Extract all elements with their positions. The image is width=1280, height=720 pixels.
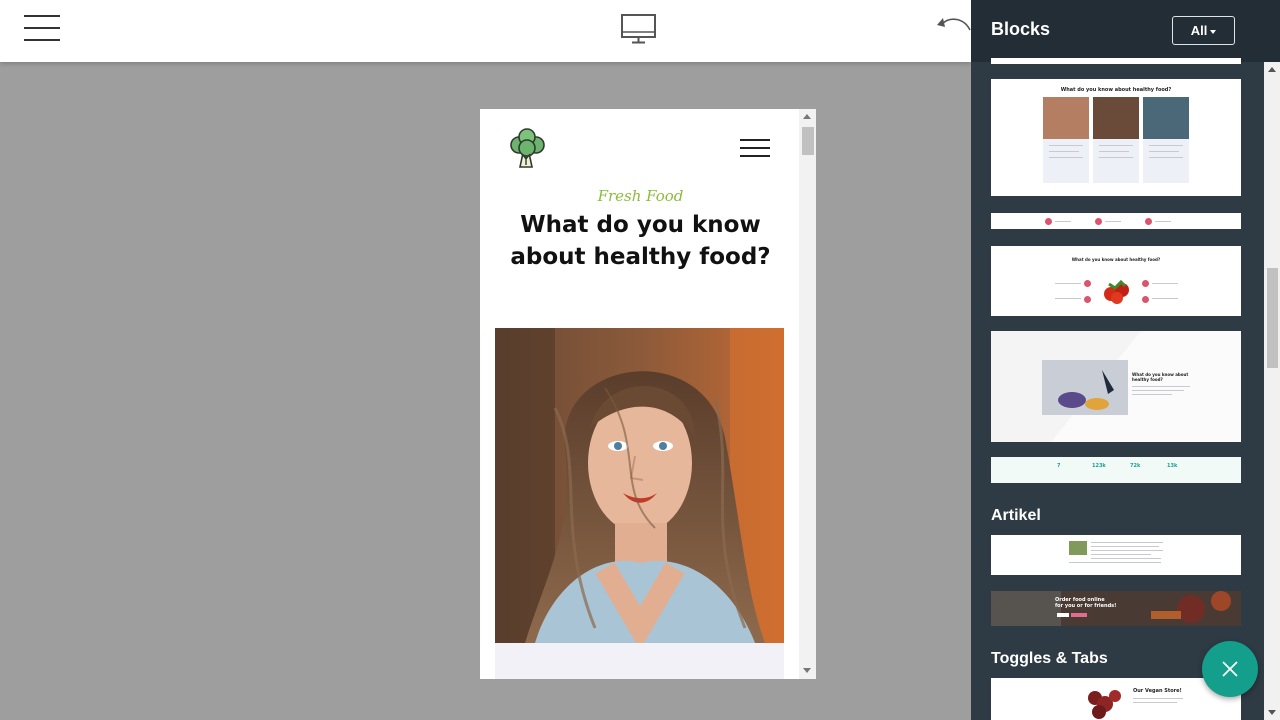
sidebar-scrollbar[interactable] [1264, 62, 1280, 720]
counter-value: 13k [1167, 463, 1178, 469]
order-input [1057, 613, 1069, 617]
team-card [1093, 97, 1139, 183]
block-thumbnail-partial[interactable] [991, 58, 1241, 64]
filter-label: All [1190, 23, 1208, 38]
scroll-thumb[interactable] [1267, 268, 1278, 368]
scroll-up-arrow-icon[interactable] [1268, 67, 1276, 72]
cooking-photo [1042, 360, 1128, 415]
block-thumbnail-order[interactable]: Order food online for you or for friends… [991, 591, 1241, 626]
block-thumbnail-vegan-store[interactable]: Our Vegan Store! [991, 678, 1241, 720]
preview-page: Fresh Food What do you know about health… [480, 109, 799, 679]
eyebrow-text: Fresh Food [597, 187, 684, 205]
block-thumbnail-article[interactable] [991, 535, 1241, 575]
broccoli-logo-icon[interactable] [506, 127, 550, 171]
section-background-band [495, 643, 784, 679]
order-subheadline: for you or for friends! [1055, 603, 1117, 609]
section-heading-article: Artikel [991, 507, 1041, 524]
block-thumbnail-counters[interactable]: 7 123k 72k 13k [991, 457, 1241, 483]
close-blocks-button[interactable] [1202, 641, 1258, 697]
undo-icon[interactable] [934, 14, 972, 42]
close-icon [1222, 661, 1238, 677]
order-button [1071, 613, 1087, 617]
block-thumbnail-team[interactable]: What do you know about healthy food? [991, 79, 1241, 196]
scroll-down-arrow-icon[interactable] [803, 668, 811, 673]
sidebar-title: Blocks [991, 19, 1051, 39]
counter-value: 7 [1057, 463, 1061, 469]
team-photo [1043, 97, 1089, 139]
main-menu-hamburger-icon[interactable] [24, 15, 60, 41]
vegetables-image [1097, 276, 1137, 306]
scroll-down-arrow-icon[interactable] [1268, 710, 1276, 715]
editor-toolbar [0, 0, 971, 62]
article-image [1069, 541, 1087, 555]
team-photo [1143, 97, 1189, 139]
block-thumbnail-features[interactable]: What do you know about healthy food? [991, 246, 1241, 316]
team-photo [1093, 97, 1139, 139]
team-card [1143, 97, 1189, 183]
block-thumbnail-title: What do you know about healthy food? [1132, 372, 1189, 382]
vegan-store-title: Our Vegan Store! [1133, 688, 1182, 694]
block-thumbnail-icons[interactable] [991, 213, 1241, 229]
section-heading-toggles: Toggles & Tabs [991, 650, 1108, 667]
team-card [1043, 97, 1089, 183]
counter-value: 72k [1130, 463, 1141, 469]
sidebar-header: Blocks All [971, 0, 1280, 62]
caret-down-icon [1210, 29, 1217, 34]
page-title: What do you know about healthy food? [510, 212, 771, 270]
mobile-preview-frame: Fresh Food What do you know about health… [480, 109, 816, 679]
preview-menu-hamburger-icon[interactable] [740, 139, 770, 159]
scroll-thumb[interactable] [802, 127, 814, 155]
counter-value: 123k [1092, 463, 1106, 469]
scroll-up-arrow-icon[interactable] [803, 114, 811, 119]
block-thumbnail-title: What do you know about healthy food? [1060, 87, 1172, 93]
block-thumbnail-title: What do you know about healthy food? [1071, 257, 1161, 262]
filter-dropdown[interactable]: All [1172, 16, 1235, 45]
woman-portrait-image [495, 328, 784, 643]
desktop-icon[interactable] [620, 13, 658, 45]
preview-scrollbar[interactable] [799, 109, 816, 679]
blocks-sidebar: Blocks All What do you know about health… [971, 0, 1280, 720]
block-thumbnail-promo[interactable]: What do you know about healthy food? [991, 331, 1241, 442]
